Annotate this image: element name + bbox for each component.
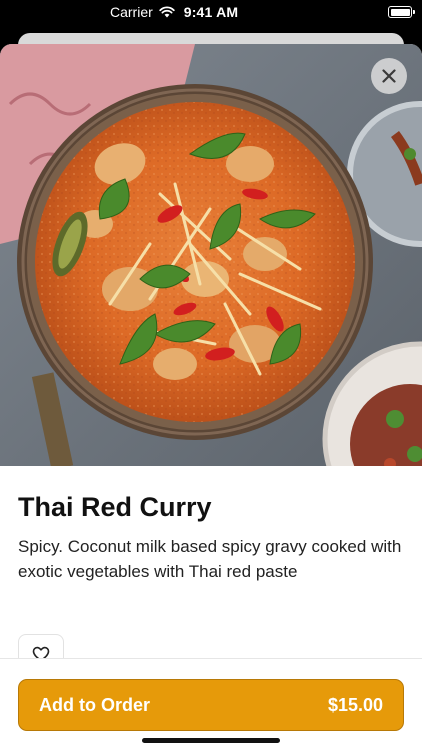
order-footer: Add to Order $15.00	[0, 658, 422, 750]
home-indicator	[142, 738, 280, 743]
add-to-order-label: Add to Order	[39, 694, 150, 715]
dish-detail-sheet: Thai Red Curry Spicy. Coconut milk based…	[0, 44, 422, 750]
order-price: $15.00	[327, 694, 383, 715]
close-icon	[382, 69, 396, 83]
dish-title: Thai Red Curry	[18, 492, 212, 522]
battery-icon	[388, 6, 415, 18]
status-time: 9:41 AM	[183, 4, 239, 20]
thai-red-curry-photo	[0, 44, 422, 466]
dish-photo	[0, 44, 422, 466]
close-button[interactable]	[371, 58, 407, 94]
dish-description: Spicy. Coconut milk based spicy gravy co…	[18, 537, 402, 581]
status-bar: Carrier 9:41 AM	[0, 0, 422, 26]
add-to-order-button[interactable]: Add to Order $15.00	[18, 679, 404, 731]
